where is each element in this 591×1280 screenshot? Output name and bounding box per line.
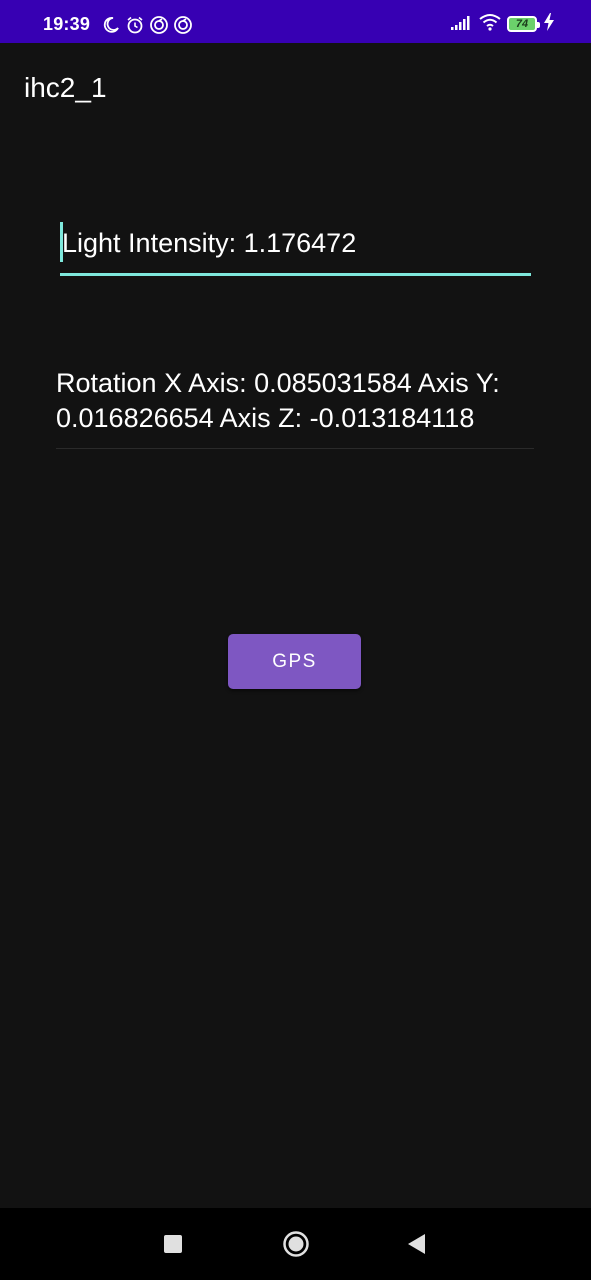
- status-notification-icons: [101, 14, 193, 36]
- wifi-icon: [479, 13, 501, 36]
- back-icon: [408, 1234, 425, 1254]
- light-intensity-text: Light Intensity: 1.176472: [62, 228, 357, 258]
- status-system-icons: 74: [451, 12, 555, 36]
- app-title: ihc2_1: [24, 72, 107, 103]
- navigation-bar: [0, 1208, 591, 1280]
- charging-icon: [543, 12, 555, 36]
- recents-button[interactable]: [164, 1235, 182, 1253]
- rotation-text: Rotation X Axis: 0.085031584 Axis Y: 0.0…: [56, 368, 500, 433]
- battery-icon: 74: [507, 16, 540, 32]
- app-screen: 19:39 74 ihc2_1 Light Intensity: 1.17647…: [0, 0, 591, 1280]
- signal-icon: [451, 14, 473, 35]
- moon-icon: [101, 15, 121, 35]
- light-intensity-field[interactable]: Light Intensity: 1.176472: [60, 218, 531, 276]
- battery-level: 74: [515, 17, 529, 30]
- vpn-icon: [149, 15, 169, 35]
- status-bar: 19:39 74: [0, 0, 591, 43]
- alarm-icon: [125, 15, 145, 35]
- home-button[interactable]: [282, 1230, 310, 1258]
- rotation-field[interactable]: Rotation X Axis: 0.085031584 Axis Y: 0.0…: [56, 366, 534, 449]
- back-button[interactable]: [405, 1232, 427, 1256]
- vpn-icon: [173, 15, 193, 35]
- gps-button[interactable]: GPS: [228, 634, 361, 689]
- light-intensity-underline: [60, 273, 531, 276]
- home-icon: [283, 1231, 309, 1257]
- status-time: 19:39: [43, 14, 91, 34]
- rotation-underline: [56, 448, 534, 449]
